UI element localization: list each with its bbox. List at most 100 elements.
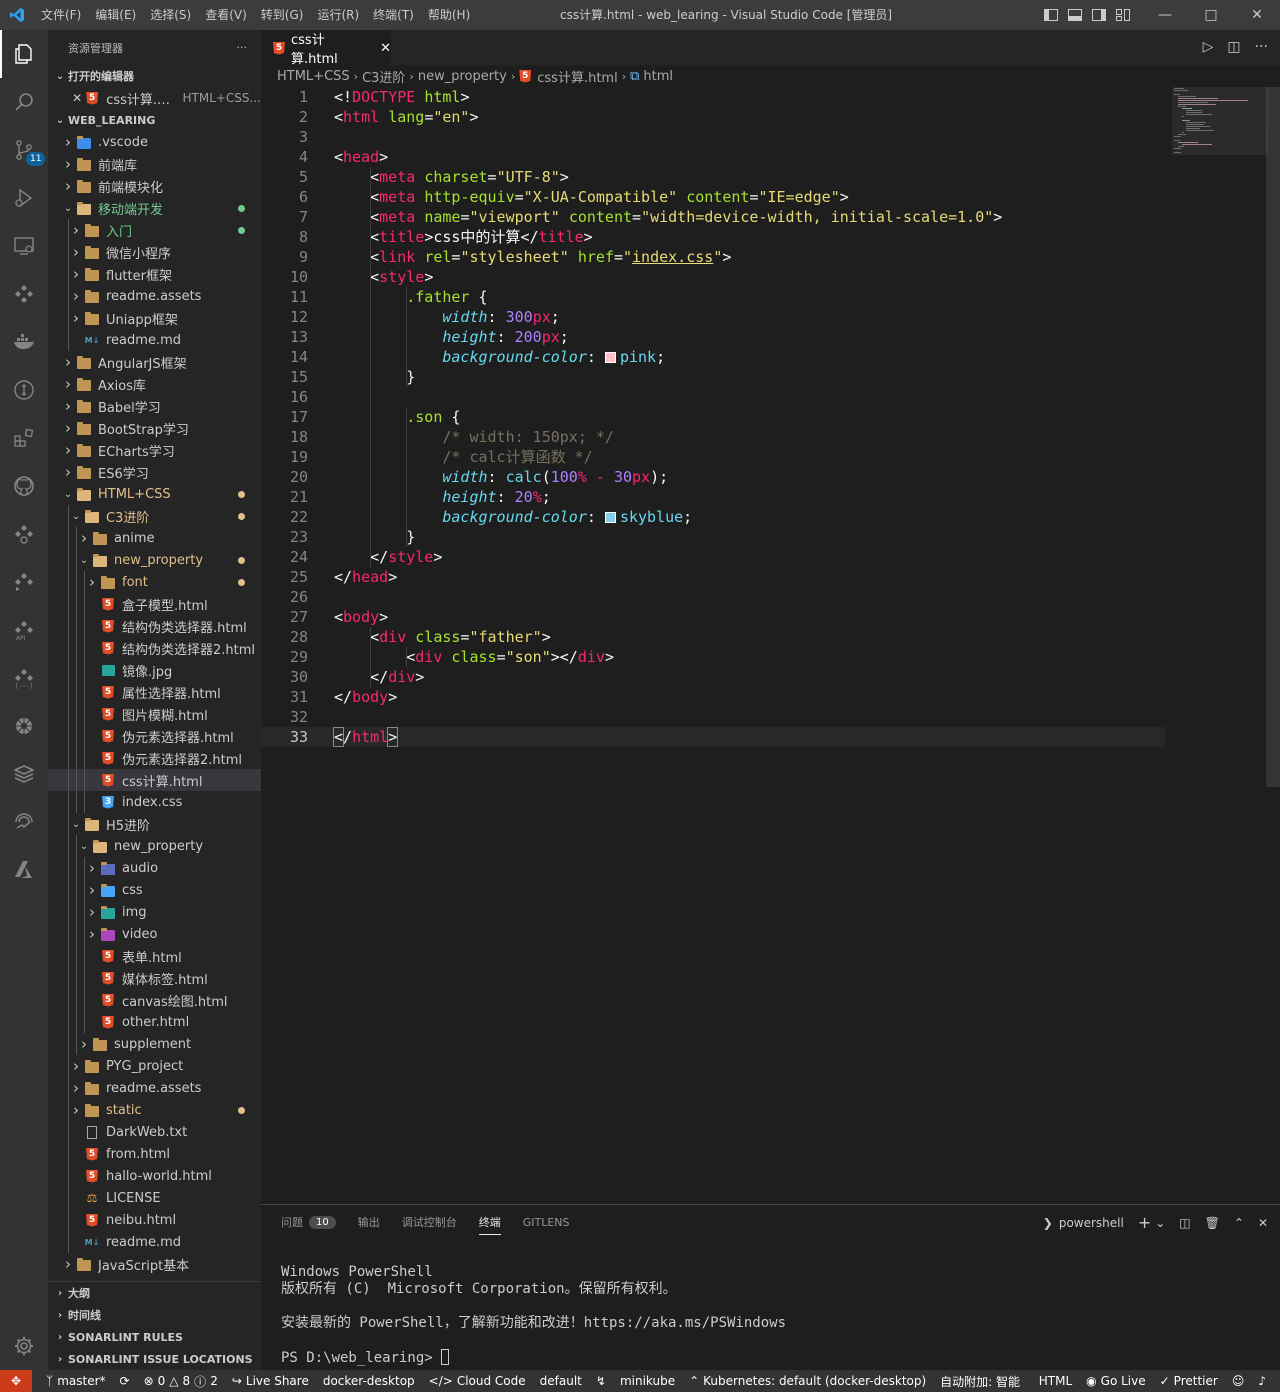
tree-item[interactable]: 镜像.jpg — [48, 659, 261, 681]
menu-file[interactable]: 文件(F) — [34, 0, 88, 30]
tree-item[interactable]: ⌄ HTML+CSS — [48, 483, 261, 505]
feedback-icon[interactable]: ☺ — [1232, 1374, 1245, 1388]
sonarlint-rules-header[interactable]: › SONARLINT RULES — [48, 1326, 261, 1348]
tree-item[interactable]: 5 hallo-world.html — [48, 1165, 261, 1187]
minikube-item[interactable]: minikube — [620, 1374, 675, 1388]
tree-item[interactable]: › 入门 — [48, 219, 261, 241]
remote-indicator-icon[interactable]: ✥ — [0, 1370, 32, 1392]
kubernetes-tools-icon[interactable] — [0, 270, 48, 318]
language-mode[interactable]: HTML — [1039, 1374, 1072, 1388]
sync-icon[interactable]: ⟳ — [120, 1374, 130, 1388]
trash-icon[interactable]: 🗑 — [1205, 1216, 1220, 1230]
database-icon[interactable] — [0, 750, 48, 798]
chevron-down-icon[interactable]: ⌄ — [1155, 1216, 1165, 1230]
breadcrumb-item[interactable]: new_property — [418, 69, 507, 84]
toggle-sidebar-icon[interactable] — [1043, 7, 1059, 23]
tree-item[interactable]: 5 结构伪类选择器2.html — [48, 637, 261, 659]
tree-item[interactable]: › video — [48, 923, 261, 945]
gitlens-icon[interactable] — [0, 366, 48, 414]
tree-item[interactable]: › font — [48, 571, 261, 593]
extensions-icon[interactable] — [0, 414, 48, 462]
go-live-item[interactable]: ◉ Go Live — [1086, 1374, 1145, 1388]
close-tab-icon[interactable]: ✕ — [380, 41, 391, 56]
maximize-panel-icon[interactable]: ⌃ — [1234, 1216, 1244, 1230]
tree-item[interactable]: › Uniapp框架 — [48, 307, 261, 329]
split-terminal-icon[interactable]: ◫ — [1179, 1216, 1190, 1230]
workspace-header[interactable]: ⌄ WEB_LEARING — [48, 109, 261, 131]
explorer-icon[interactable] — [0, 30, 48, 78]
tree-item[interactable]: › JavaScript基本 — [48, 1253, 261, 1275]
azure-icon[interactable] — [0, 846, 48, 894]
tree-item[interactable]: ⌄ H5进阶 — [48, 813, 261, 835]
tree-item[interactable]: › Babel学习 — [48, 395, 261, 417]
api-icon[interactable]: API — [0, 606, 48, 654]
tree-item[interactable]: › 前端模块化 — [48, 175, 261, 197]
tree-item[interactable]: 5 结构伪类选择器.html — [48, 615, 261, 637]
minimize-icon[interactable]: — — [1142, 0, 1188, 30]
tab-problems[interactable]: 问题 10 — [281, 1205, 336, 1239]
timeline-header[interactable]: › 时间线 — [48, 1304, 261, 1326]
notifications-bell-icon[interactable]: ♪ — [1258, 1374, 1266, 1388]
tree-item[interactable]: › Axios库 — [48, 373, 261, 395]
menu-terminal[interactable]: 终端(T) — [366, 0, 421, 30]
manage-gear-icon[interactable] — [0, 1322, 48, 1370]
live-share-item[interactable]: ↪ Live Share — [232, 1374, 309, 1388]
cloud-code-item[interactable]: </> Cloud Code — [429, 1374, 526, 1388]
prettier-item[interactable]: ✓ Prettier — [1160, 1374, 1218, 1388]
terminal-output[interactable]: Windows PowerShell 版权所有 (C) Microsoft Cor… — [261, 1239, 1280, 1367]
terminal-shell-selector[interactable]: powershell — [1059, 1216, 1124, 1230]
tree-item[interactable]: ⚖ LICENSE — [48, 1187, 261, 1209]
tree-item[interactable]: 5 other.html — [48, 1011, 261, 1033]
outline-header[interactable]: › 大纲 — [48, 1282, 261, 1304]
menu-help[interactable]: 帮助(H) — [421, 0, 477, 30]
tree-item[interactable]: 5 媒体标签.html — [48, 967, 261, 989]
explorer-more-actions[interactable]: ··· — [237, 41, 248, 54]
tab-gitlens[interactable]: GITLENS — [523, 1205, 570, 1239]
lightning-icon[interactable]: ↯ — [596, 1374, 606, 1388]
open-editors-header[interactable]: ⌄ 打开的编辑器 — [48, 65, 261, 87]
tree-item[interactable]: › static — [48, 1099, 261, 1121]
tree-item[interactable]: › BootStrap学习 — [48, 417, 261, 439]
tree-item[interactable]: M↓ readme.md — [48, 1231, 261, 1253]
menu-view[interactable]: 查看(V) — [198, 0, 254, 30]
default-item[interactable]: default — [540, 1374, 582, 1388]
editor-scrollbar[interactable] — [1266, 87, 1280, 787]
tree-item[interactable]: M↓ readme.md — [48, 329, 261, 351]
tree-item[interactable]: › ES6学习 — [48, 461, 261, 483]
tree-item[interactable]: › 微信小程序 — [48, 241, 261, 263]
tree-item[interactable]: 5 canvas绘图.html — [48, 989, 261, 1011]
search-icon[interactable] — [0, 78, 48, 126]
tree-item[interactable]: 5 属性选择器.html — [48, 681, 261, 703]
breadcrumb-item[interactable]: css计算.html — [537, 67, 617, 86]
tree-item[interactable]: 5 neibu.html — [48, 1209, 261, 1231]
remote-explorer-icon[interactable] — [0, 222, 48, 270]
new-terminal-icon[interactable]: + — [1138, 1213, 1151, 1232]
thunder-client-icon[interactable] — [0, 510, 48, 558]
tree-item[interactable]: 3 index.css — [48, 791, 261, 813]
customize-layout-icon[interactable] — [1115, 7, 1131, 23]
run-debug-icon[interactable] — [0, 174, 48, 222]
tree-item[interactable]: › PYG_project — [48, 1055, 261, 1077]
close-panel-icon[interactable]: ✕ — [1258, 1216, 1268, 1230]
tree-item[interactable]: › ECharts学习 — [48, 439, 261, 461]
run-icon[interactable]: ▷ — [1203, 39, 1214, 55]
tree-item[interactable]: › css — [48, 879, 261, 901]
code-editor[interactable]: 1 <!DOCTYPE html> 2 <html lang="en"> 3 4 <head… — [261, 87, 1280, 1200]
tab-output[interactable]: 输出 — [358, 1205, 380, 1239]
tree-item[interactable]: › flutter框架 — [48, 263, 261, 285]
source-control-icon[interactable]: 11 — [0, 126, 48, 174]
remote-icon[interactable] — [0, 798, 48, 846]
tree-item[interactable]: › readme.assets — [48, 1077, 261, 1099]
tree-item[interactable]: ⌄ 移动端开发 — [48, 197, 261, 219]
tab-terminal[interactable]: 终端 — [478, 1205, 501, 1239]
maximize-icon[interactable]: □ — [1188, 0, 1234, 30]
tree-item[interactable]: › .vscode — [48, 131, 261, 153]
tree-item[interactable]: › audio — [48, 857, 261, 879]
sonarlint-issues-header[interactable]: › SONARLINT ISSUE LOCATIONS — [48, 1348, 261, 1370]
github-icon[interactable] — [0, 462, 48, 510]
more-actions-icon[interactable]: ··· — [1255, 39, 1268, 55]
menu-selection[interactable]: 选择(S) — [143, 0, 198, 30]
problems-indicator[interactable]: ⊗ 0 △ 8 ⓘ 2 — [144, 1373, 218, 1390]
secrets-icon[interactable]: [···] — [0, 654, 48, 702]
tree-item[interactable]: › readme.assets — [48, 285, 261, 307]
